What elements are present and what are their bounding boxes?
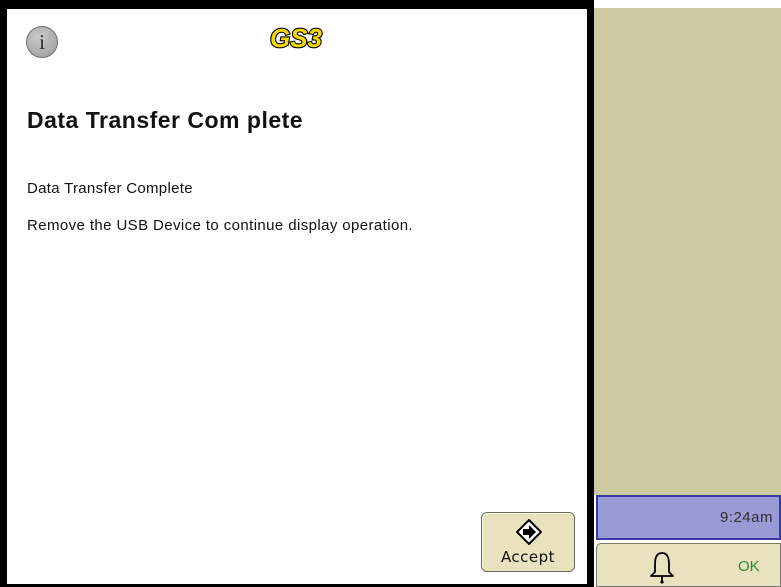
- alarm-status-text: OK: [738, 558, 760, 575]
- message-dialog: i GS3 Data Transfer Com plete Data Trans…: [0, 0, 594, 587]
- dialog-title: Data Transfer Com plete: [27, 107, 304, 133]
- bell-icon: [650, 552, 674, 584]
- svg-text:GS3: GS3: [270, 23, 323, 53]
- accept-button-label: Accept: [500, 548, 556, 566]
- arrow-right-icon: [516, 519, 542, 545]
- time-display: 9:24am: [596, 495, 781, 540]
- gs3-logo: GS3: [269, 23, 324, 53]
- message-line-2: Remove the USB Device to continue displa…: [27, 217, 413, 234]
- info-icon: i: [26, 26, 58, 58]
- accept-button[interactable]: Accept: [481, 512, 575, 572]
- alarm-status-button[interactable]: OK: [596, 543, 781, 587]
- message-line-1: Data Transfer Complete: [27, 180, 193, 197]
- right-panel-background: [594, 8, 781, 495]
- dialog-content: i GS3 Data Transfer Com plete Data Trans…: [7, 9, 587, 584]
- right-status-panel: 9:24am OK: [594, 0, 781, 587]
- clock-time: 9:24am: [719, 509, 773, 526]
